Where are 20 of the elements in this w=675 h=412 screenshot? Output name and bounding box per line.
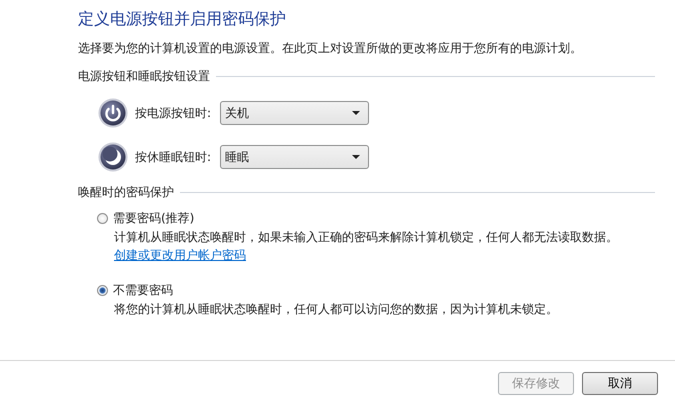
section-heading: 电源按钮和睡眠按钮设置	[78, 68, 210, 84]
option-label[interactable]: 需要密码(推荐)	[113, 210, 194, 226]
section-heading: 唤醒时的密码保护	[78, 184, 174, 200]
cancel-button[interactable]: 取消	[582, 372, 658, 395]
dropdown[interactable]: 关机	[220, 101, 369, 125]
page-title: 定义电源按钮并启用密码保护	[78, 8, 287, 30]
dropdown[interactable]: 睡眠	[220, 145, 369, 169]
option-description: 将您的计算机从睡眠状态唤醒时，任何人都可以访问您的数据，因为计算机未锁定。	[114, 301, 559, 318]
moon-icon	[98, 142, 128, 172]
radio-button[interactable]	[97, 284, 108, 296]
setting-label: 按电源按钮时:	[135, 104, 212, 122]
setting-label: 按休睡眠钮时:	[135, 148, 212, 166]
caret-icon	[352, 155, 360, 159]
option-description: 计算机从睡眠状态唤醒时，如果未输入正确的密码来解除计算机锁定，任何人都无法读取数据。 创建或更改用户帐户密码	[114, 229, 619, 264]
radio-button[interactable]	[97, 212, 108, 224]
password-link[interactable]: 创建或更改用户帐户密码	[114, 248, 246, 262]
caret-icon	[352, 111, 360, 115]
page-description: 选择要为您的计算机设置的电源设置。在此页上对设置所做的更改将应用于您所有的电源计划。	[78, 40, 583, 56]
power-icon	[98, 98, 128, 128]
option-label[interactable]: 不需要密码	[113, 282, 173, 298]
